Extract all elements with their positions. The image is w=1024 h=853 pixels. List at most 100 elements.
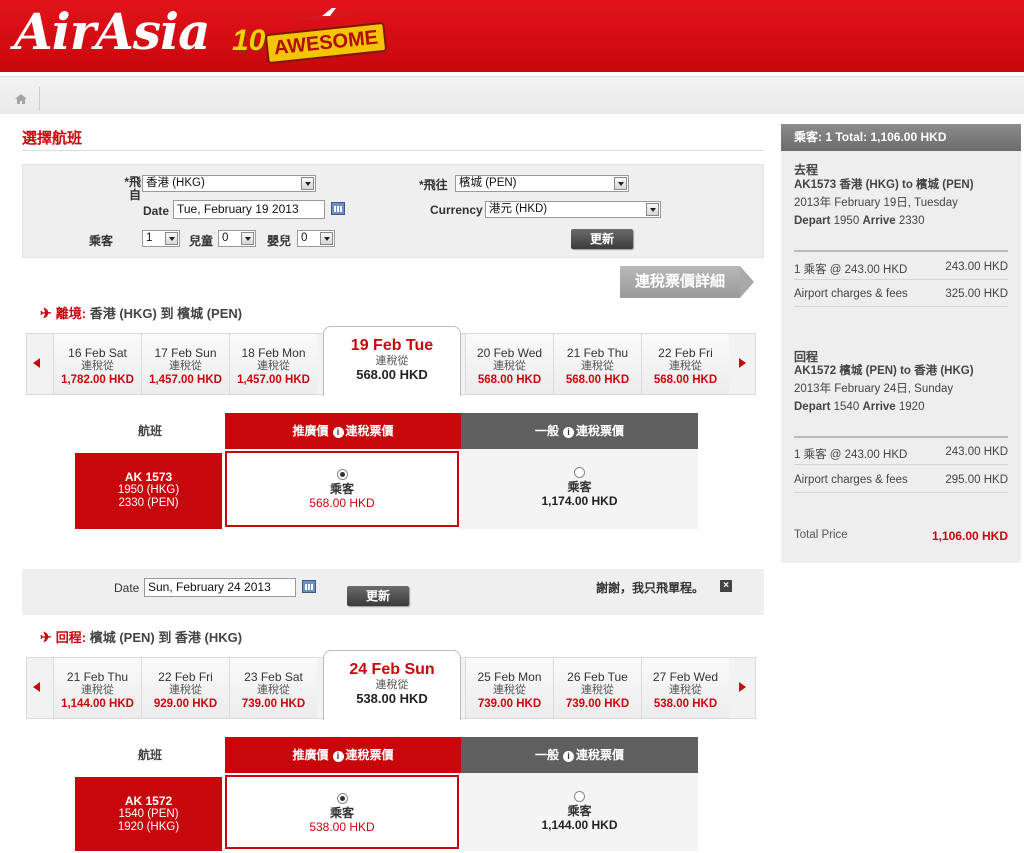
col-regular-label: 一般 (534, 748, 559, 762)
col-regular-header: 一般 i 連稅票價 (461, 737, 698, 773)
10-awesome-promo-badge[interactable]: 10 AWESOME (232, 8, 392, 65)
chevron-down-icon (301, 177, 314, 190)
depart-day-6[interactable]: 21 Feb Thu 連稅從 568.00 HKD (553, 334, 641, 394)
adult-label: 乘客 (89, 234, 114, 248)
depart-day-1[interactable]: 16 Feb Sat 連稅從 1,782.00 HKD (53, 334, 141, 394)
day-sub: 連稅從 (669, 360, 702, 372)
child-select[interactable]: 0 (218, 230, 256, 247)
site-header: AirAsia 10 AWESOME (0, 0, 1024, 72)
outbound-depart-label: Depart (794, 215, 831, 227)
promo-fare-radio[interactable] (336, 469, 348, 480)
day-price: 568.00 HKD (356, 367, 428, 382)
return-day-5[interactable]: 25 Feb Mon 連稅從 739.00 HKD (465, 658, 553, 718)
return-heading: ✈ 回程: 檳城 (PEN) 到 香港 (HKG) (40, 627, 242, 646)
promo-fare-radio[interactable] (336, 793, 348, 804)
divider (794, 492, 1008, 493)
depart-day-5[interactable]: 20 Feb Wed 連稅從 568.00 HKD (465, 334, 553, 394)
depart-day-2[interactable]: 17 Feb Sun 連稅從 1,457.00 HKD (141, 334, 229, 394)
depart-promo-fare[interactable]: 乘客 568.00 HKD (225, 451, 459, 527)
outbound-pax-amount: 243.00 HKD (945, 261, 1008, 273)
depart-date-input[interactable]: Tue, February 19 2013 (173, 200, 325, 219)
depart-day-3[interactable]: 18 Feb Mon 連稅從 1,457.00 HKD (229, 334, 317, 394)
prev-week-arrow-icon[interactable] (27, 334, 51, 394)
flight-arr-time: 2330 (PEN) (118, 497, 179, 509)
depart-day-selected[interactable]: 19 Feb Tue 連稅從 568.00 HKD (323, 326, 461, 396)
close-icon[interactable]: × (720, 580, 732, 592)
day-date: 22 Feb Fri (658, 346, 713, 360)
return-update-button[interactable]: 更新 (347, 586, 409, 606)
update-button[interactable]: 更新 (571, 229, 633, 249)
flight-arr-time: 1920 (HKG) (117, 821, 180, 833)
day-price: 1,782.00 HKD (61, 374, 134, 386)
booking-summary-sidebar: 乘客: 1 Total: 1,106.00 HKD 去程 AK1573 香港 (… (781, 124, 1021, 563)
return-day-3[interactable]: 23 Feb Sat 連稅從 739.00 HKD (229, 658, 317, 718)
depart-regular-fare[interactable]: 乘客 1,174.00 HKD (461, 449, 698, 529)
outbound-pax-row: 1 乘客 @ 243.00 HKD 243.00 HKD (794, 261, 1008, 277)
to-select[interactable]: 檳城 (PEN) (455, 175, 629, 192)
day-sub: 連稅從 (581, 684, 614, 696)
day-price: 1,144.00 HKD (61, 698, 134, 710)
day-price: 538.00 HKD (653, 698, 718, 710)
next-week-arrow-icon[interactable] (731, 658, 755, 718)
calendar-icon[interactable] (302, 580, 316, 593)
info-icon[interactable]: i (563, 751, 574, 762)
from-select[interactable]: 香港 (HKG) (142, 175, 316, 192)
home-icon[interactable] (10, 87, 40, 111)
return-promo-fare[interactable]: 乘客 538.00 HKD (225, 775, 459, 849)
return-times: Depart 1540 Arrive 1920 (794, 398, 924, 416)
to-select-value: 檳城 (PEN) (459, 177, 517, 189)
calendar-icon[interactable] (331, 202, 345, 215)
day-sub: 連稅從 (493, 684, 526, 696)
regular-fare-radio[interactable] (574, 791, 585, 802)
day-price: 538.00 HKD (356, 691, 428, 706)
outbound-depart-time: 1950 (833, 215, 860, 227)
infant-select[interactable]: 0 (297, 230, 335, 247)
day-date: 27 Feb Wed (652, 670, 719, 684)
return-day-2[interactable]: 22 Feb Fri 連稅從 929.00 HKD (141, 658, 229, 718)
chevron-down-icon (165, 232, 178, 245)
return-day-6[interactable]: 26 Feb Tue 連稅從 739.00 HKD (553, 658, 641, 718)
day-date: 24 Feb Sun (349, 661, 435, 678)
return-day-selected[interactable]: 24 Feb Sun 連稅從 538.00 HKD (323, 650, 461, 720)
info-icon[interactable]: i (332, 751, 344, 762)
info-icon[interactable]: i (332, 427, 344, 438)
return-regular-fare[interactable]: 乘客 1,144.00 HKD (461, 773, 698, 851)
info-icon[interactable]: i (563, 427, 574, 438)
return-date-input[interactable]: Sun, February 24 2013 (144, 578, 296, 597)
currency-select[interactable]: 港元 (HKD) (485, 201, 661, 218)
one-way-text[interactable]: 謝謝，我只飛單程。 (596, 579, 704, 596)
day-date: 16 Feb Sat (68, 346, 127, 360)
return-day-7[interactable]: 27 Feb Wed 連稅從 538.00 HKD (641, 658, 729, 718)
day-price: 929.00 HKD (153, 698, 218, 710)
infant-label: 嬰兒 (267, 234, 292, 248)
depart-heading: ✈ 離境: 香港 (HKG) 到 檳城 (PEN) (40, 303, 242, 322)
outbound-fee-row: Airport charges & fees 325.00 HKD (794, 288, 1008, 300)
depart-day-7[interactable]: 22 Feb Fri 連稅從 568.00 HKD (641, 334, 729, 394)
outbound-arrive-time: 2330 (898, 215, 925, 227)
prev-week-arrow-icon[interactable] (27, 658, 51, 718)
return-search-bar: Date Sun, February 24 2013 更新 謝謝，我只飛單程。 … (22, 569, 764, 615)
depart-flight-cell: AK 1573 1950 (HKG) 2330 (PEN) (75, 453, 222, 529)
outbound-fee-amount: 325.00 HKD (945, 288, 1008, 300)
return-fare-table: 航班 推廣價 i 連稅票價 一般 i 連稅票價 AK 1572 1540 (PEN) 1… (75, 737, 698, 853)
airasia-logo[interactable]: AirAsia (14, 2, 210, 61)
col-regular-label: 一般 (534, 424, 559, 438)
fare-detail-button[interactable]: 連稅票價詳細 (620, 266, 756, 298)
col-promo-label: 推廣價 (292, 748, 329, 762)
chevron-down-icon (614, 177, 627, 190)
return-day-1[interactable]: 21 Feb Thu 連稅從 1,144.00 HKD (53, 658, 141, 718)
col-flight-header: 航班 (137, 748, 162, 762)
return-pax-row: 1 乘客 @ 243.00 HKD 243.00 HKD (794, 446, 1008, 462)
next-week-arrow-icon[interactable] (731, 334, 755, 394)
search-panel: *飛自 香港 (HKG) Date Tue, February 19 2013 … (22, 164, 764, 258)
day-price: 739.00 HKD (241, 698, 306, 710)
regular-fare-price: 1,144.00 HKD (541, 818, 618, 832)
flight-dep-time: 1540 (PEN) (118, 808, 179, 820)
return-pax-amount: 243.00 HKD (945, 446, 1008, 458)
adult-select[interactable]: 1 (142, 230, 180, 247)
regular-fare-radio[interactable] (574, 467, 585, 478)
promo-word: AWESOME (272, 26, 380, 60)
outbound-date: 2013年 February 19日, Tuesday (794, 197, 958, 209)
child-label: 兒童 (189, 234, 214, 248)
day-price: 568.00 HKD (565, 374, 630, 386)
